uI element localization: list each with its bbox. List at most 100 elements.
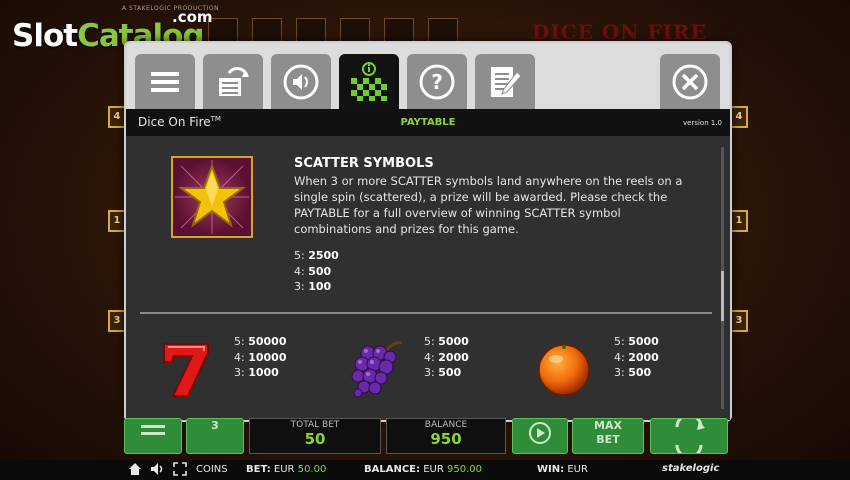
rules-tab[interactable]	[475, 54, 535, 109]
orange-payouts: 5: 5000 4: 2000 3: 500	[614, 334, 659, 381]
payout-row: 5: 5000	[424, 334, 469, 350]
payout-row: 4: 10000	[234, 350, 287, 366]
reel-slot	[428, 18, 458, 42]
payout-row: 5: 2500	[294, 248, 339, 264]
balance-currency: EUR	[423, 464, 444, 475]
status-bar: COINS BET: EUR 50.00 BALANCE: EUR 950.00…	[0, 460, 850, 480]
provider-logo: stakelogic	[662, 463, 720, 474]
close-button[interactable]	[660, 54, 720, 109]
payout-count: 5:	[294, 249, 305, 262]
payout-row: 3: 1000	[234, 365, 287, 381]
payout-value: 2500	[308, 249, 339, 262]
help-tab[interactable]: ?	[407, 54, 467, 109]
speaker-icon	[151, 463, 163, 475]
section-divider	[140, 312, 712, 314]
sound-tab[interactable]	[271, 54, 331, 109]
home-icon	[129, 463, 141, 475]
total-bet-value: 50	[304, 430, 326, 448]
win-readout: WIN: EUR	[537, 464, 588, 475]
payout-value: 5000	[438, 335, 469, 348]
max-bet-button[interactable]: MAX BET	[572, 418, 644, 454]
win-label: WIN:	[537, 464, 565, 475]
balance-box: BALANCE 950	[386, 418, 506, 454]
payout-count: 3:	[424, 366, 435, 379]
total-bet-box[interactable]: TOTAL BET 50	[249, 418, 381, 454]
seven-icon	[163, 343, 209, 397]
play-button[interactable]	[512, 418, 568, 454]
bet-value: 50.00	[297, 464, 327, 475]
game-controls: 3 TOTAL BET 50 BALANCE 950 MAX BET	[0, 413, 850, 460]
orange-icon	[538, 344, 590, 396]
bet-label: BET	[596, 433, 620, 446]
total-bet-label: TOTAL BET	[290, 420, 340, 430]
grapes-icon	[351, 341, 403, 398]
payout-count: 4:	[424, 350, 435, 364]
close-icon	[672, 64, 708, 99]
reel-slot	[296, 18, 326, 42]
payout-row: 5: 5000	[614, 334, 659, 350]
payout-value: 50000	[248, 335, 287, 348]
balance-label: BALANCE	[424, 420, 468, 430]
bet-readout: BET: EUR 50.00	[246, 464, 326, 475]
spin-button[interactable]	[650, 413, 728, 459]
balance-label: BALANCE:	[364, 464, 421, 475]
payout-count: 3:	[234, 366, 245, 379]
scatter-symbol-icon	[171, 156, 253, 238]
payout-count: 4:	[294, 264, 305, 278]
grapes-symbol	[346, 337, 406, 403]
play-icon	[529, 422, 551, 444]
logo-word: Slot	[12, 18, 78, 54]
autoplay-tab[interactable]	[203, 54, 263, 109]
bet-currency: EUR	[273, 464, 295, 475]
payout-count: 4:	[614, 350, 625, 364]
payout-count: 5:	[614, 335, 625, 348]
scatter-heading: SCATTER SYMBOLS	[294, 156, 434, 171]
grapes-payouts: 5: 5000 4: 2000 3: 500	[424, 334, 469, 381]
scroll-thumb[interactable]	[721, 271, 724, 321]
tab-label: PAYTABLE	[400, 117, 456, 128]
side-line-number: 1	[730, 210, 748, 232]
scatter-description: When 3 or more SCATTER symbols land anyw…	[294, 174, 683, 236]
spin-icon	[675, 413, 705, 459]
payout-value: 500	[308, 264, 332, 278]
sound-button[interactable]	[150, 462, 164, 479]
menu-button[interactable]	[124, 418, 182, 454]
payout-count: 3:	[614, 366, 625, 379]
svg-text:?: ?	[431, 70, 443, 94]
reel-slot	[252, 18, 282, 42]
payout-value: 500	[438, 366, 462, 379]
fullscreen-button[interactable]	[173, 462, 187, 479]
sound-icon	[283, 64, 319, 99]
payout-value: 10000	[248, 350, 287, 364]
paytable-tab[interactable]	[339, 54, 399, 109]
home-button[interactable]	[128, 462, 142, 479]
payout-row: 5: 50000	[234, 334, 287, 350]
seven-payouts: 5: 50000 4: 10000 3: 1000	[234, 334, 287, 381]
payout-count: 5:	[234, 335, 245, 348]
coins-toggle[interactable]: COINS	[196, 464, 228, 475]
payout-count: 5:	[424, 335, 435, 348]
scrollbar[interactable]	[721, 147, 724, 409]
menu-tab[interactable]	[135, 54, 195, 109]
side-line-number: 3	[730, 310, 748, 332]
reel-slot	[340, 18, 370, 42]
payout-count: 3:	[294, 280, 305, 293]
payout-row: 4: 2000	[424, 350, 469, 366]
balance-readout: BALANCE: EUR 950.00	[364, 464, 482, 475]
payout-count: 4:	[234, 350, 245, 364]
autospin-button[interactable]: 3	[186, 418, 244, 454]
seven-symbol	[160, 340, 212, 404]
balance-value: 950.00	[446, 464, 482, 475]
menu-icon	[141, 425, 165, 435]
help-icon: ?	[419, 64, 455, 99]
version-label: version 1.0	[683, 119, 722, 127]
balance-value: 950	[430, 430, 462, 448]
payout-row: 3: 500	[424, 365, 469, 381]
payout-value: 100	[308, 280, 332, 293]
payout-row: 4: 500	[294, 264, 339, 280]
payout-value: 1000	[248, 366, 279, 379]
side-line-number: 4	[730, 106, 748, 128]
dialog-toolbar: ?	[126, 43, 730, 109]
bet-label: BET:	[246, 464, 271, 475]
reel-slot	[384, 18, 414, 42]
